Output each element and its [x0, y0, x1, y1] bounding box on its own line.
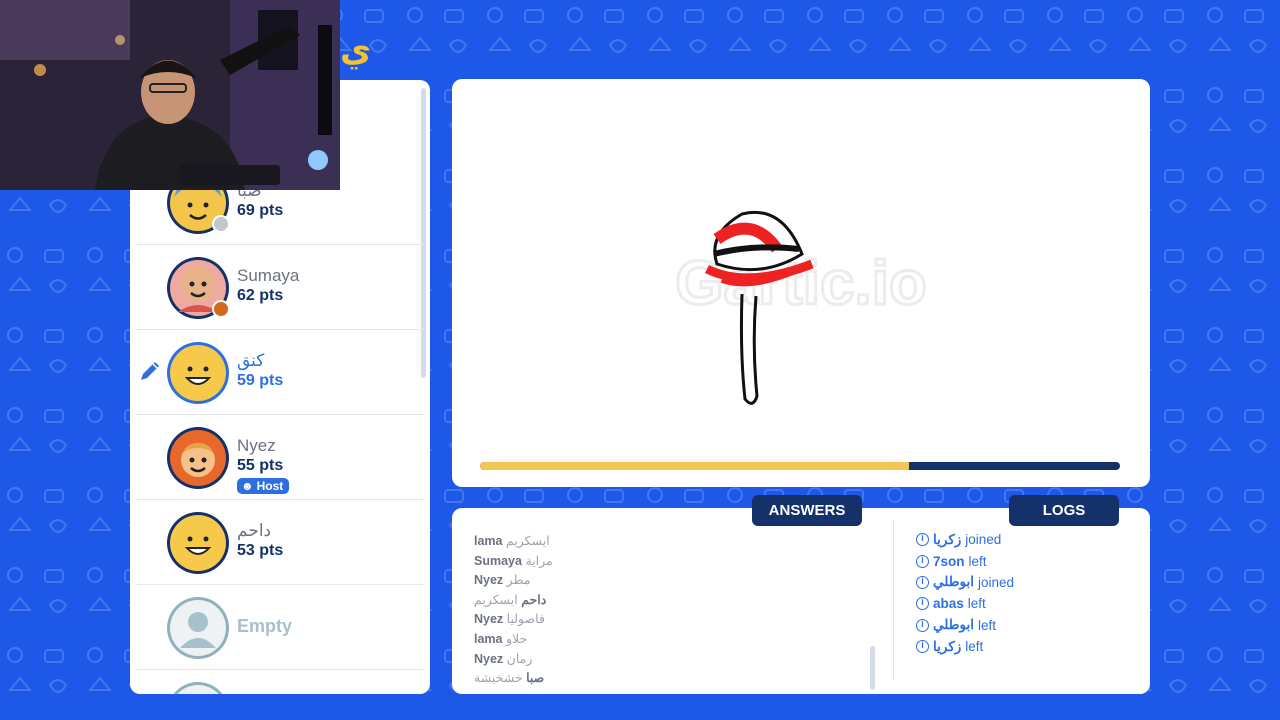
list-item: Nyez مطر: [474, 573, 531, 588]
answers-scrollbar[interactable]: [870, 646, 875, 690]
player-points: 55 pts: [237, 457, 284, 474]
host-badge: ☻ Host: [237, 478, 290, 494]
timer-progress-bar: [480, 462, 1120, 470]
player-row[interactable]: داحم 53 pts: [136, 501, 424, 585]
empty-player-slot: Empty: [136, 586, 424, 670]
list-item: داحم ايسكريم: [474, 592, 547, 607]
player-name: داحم: [237, 521, 272, 540]
list-item: lama ايسكريم: [474, 534, 550, 548]
smiling-yellow-avatar: [167, 342, 229, 404]
info-icon: i: [916, 533, 929, 547]
list-item: i ابوطلي joined: [916, 572, 1136, 593]
drawing-surface[interactable]: Gartic.io: [452, 79, 1150, 459]
player-name: كنق: [237, 351, 265, 370]
empty-player-slot: [136, 671, 424, 694]
host-label: Host: [256, 479, 284, 493]
list-item: Nyez رمان: [474, 651, 533, 666]
info-icon: i: [916, 640, 929, 654]
logo-fragment: ي: [340, 30, 372, 70]
answers-list: lama ايسكريم Sumaya مراية Nyez مطر داحم …: [474, 515, 869, 690]
player-name: Empty: [237, 616, 293, 636]
list-item: lama حلاو: [474, 631, 528, 646]
list-item: i زكريا joined: [916, 529, 1136, 550]
player-points: 62 pts: [237, 287, 284, 304]
player-points: 69 pts: [237, 202, 284, 219]
player-points: 53 pts: [237, 542, 284, 559]
list-item: صبا خشخيشة: [474, 671, 545, 686]
smiley-icon: ☻: [241, 479, 254, 493]
list-item: Nyez فاصوليا: [474, 612, 545, 627]
status-dot: [212, 215, 230, 233]
info-icon: i: [916, 618, 929, 632]
smiling-yellow-avatar: [167, 512, 229, 574]
list-item: i 7son left: [916, 550, 1136, 571]
player-name: Nyez: [237, 436, 276, 455]
webcam-overlay: [0, 0, 340, 190]
logs-list: i زكريا joined i 7son left i ابوطلي joined i ab…: [916, 529, 1136, 657]
info-icon: i: [916, 554, 929, 568]
tab-logs[interactable]: LOGS: [1009, 495, 1119, 526]
drawing-canvas[interactable]: Gartic.io: [452, 79, 1150, 487]
tab-answers[interactable]: ANSWERS: [752, 495, 862, 526]
list-item: i ابوطلي left: [916, 615, 1136, 636]
timer-progress-fill: [480, 462, 909, 470]
list-item: i زكريا left: [916, 636, 1136, 657]
list-item: Sumaya مراية: [474, 553, 553, 568]
panel-divider: [893, 520, 894, 680]
empty-slot-avatar: [173, 682, 223, 694]
player-row[interactable]: Sumaya 62 pts: [136, 246, 424, 330]
pencil-icon: [141, 362, 159, 380]
info-icon: i: [916, 575, 929, 589]
list-item: i abas left: [916, 593, 1136, 614]
curly-hair-avatar: [167, 427, 229, 489]
player-points: 59 pts: [237, 372, 284, 389]
player-name: Sumaya: [237, 266, 300, 285]
player-row[interactable]: Nyez 55 pts ☻ Host: [136, 416, 424, 500]
empty-slot-avatar: [167, 597, 229, 659]
player-row[interactable]: كنق 59 pts: [136, 331, 424, 415]
status-dot: [212, 300, 230, 318]
watermark: Gartic.io: [675, 249, 927, 318]
info-icon: i: [916, 597, 929, 611]
